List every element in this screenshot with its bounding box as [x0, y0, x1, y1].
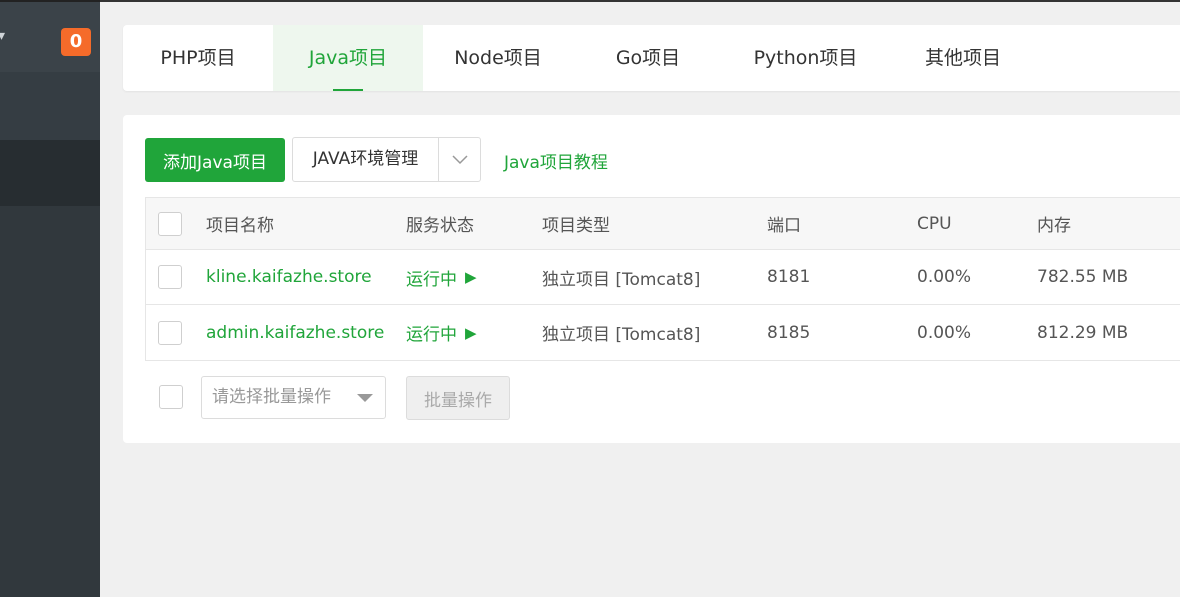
play-icon: ▶	[465, 268, 477, 286]
project-name-link[interactable]: kline.kaifazhe.store	[206, 267, 372, 287]
project-port: 8181	[767, 267, 811, 287]
sidebar-header[interactable]: ▾ 0	[0, 0, 100, 72]
batch-operation-button[interactable]: 批量操作	[406, 376, 510, 420]
chevron-down-icon	[452, 155, 468, 165]
row-checkbox[interactable]	[158, 265, 182, 289]
project-name-link[interactable]: admin.kaifazhe.store	[206, 323, 384, 343]
project-type: 独立项目 [Tomcat8]	[542, 325, 701, 345]
top-border	[100, 0, 1180, 2]
caret-down-icon	[357, 394, 373, 402]
row-checkbox[interactable]	[158, 320, 182, 345]
tab-python[interactable]: Python项目	[723, 25, 888, 91]
tab-other[interactable]: 其他项目	[888, 25, 1038, 91]
header-type: 项目类型	[542, 216, 610, 236]
status-text: 运行中	[406, 269, 457, 290]
project-type: 独立项目 [Tomcat8]	[542, 269, 701, 290]
chevron-down-icon[interactable]: ▾	[0, 28, 5, 44]
table-row: admin.kaifazhe.store 运行中 ▶ 独立项目 [Tomcat8…	[146, 305, 1180, 360]
add-java-project-button[interactable]: 添加Java项目	[145, 138, 285, 182]
project-mem: 782.55 MB	[1037, 267, 1129, 287]
table-row: kline.kaifazhe.store 运行中 ▶ 独立项目 [Tomcat8…	[146, 250, 1180, 305]
java-env-button[interactable]: JAVA环境管理	[293, 138, 438, 181]
project-table: 项目名称 服务状态 项目类型 端口 CPU 内存 kline.kaifazhe.…	[145, 197, 1180, 361]
header-cpu[interactable]: CPU	[917, 198, 952, 249]
batch-select-all-checkbox[interactable]	[159, 385, 183, 409]
tab-php[interactable]: PHP项目	[123, 25, 273, 91]
batch-select-placeholder: 请选择批量操作	[212, 387, 331, 407]
sidebar-item[interactable]	[0, 72, 100, 140]
tab-java[interactable]: Java项目	[273, 25, 423, 91]
sidebar: ▾ 0	[0, 0, 100, 597]
header-status: 服务状态	[406, 216, 474, 236]
status-text: 运行中	[406, 325, 457, 345]
project-cpu: 0.00%	[917, 267, 972, 287]
java-tutorial-link[interactable]: Java项目教程	[504, 148, 608, 173]
project-mem: 812.29 MB	[1037, 322, 1129, 343]
sidebar-item-active[interactable]	[0, 140, 100, 206]
main-panel: 添加Java项目 JAVA环境管理 Java项目教程 项目名称 服务状态 项目类…	[123, 115, 1180, 443]
batch-operation-select[interactable]: 请选择批量操作	[201, 376, 386, 419]
notification-badge[interactable]: 0	[61, 28, 91, 56]
tab-node[interactable]: Node项目	[423, 25, 573, 91]
table-header: 项目名称 服务状态 项目类型 端口 CPU 内存	[146, 198, 1180, 250]
env-dropdown-toggle[interactable]	[438, 138, 480, 181]
java-env-dropdown[interactable]: JAVA环境管理	[292, 137, 481, 182]
header-mem[interactable]: 内存	[1037, 198, 1071, 249]
header-port: 端口	[767, 216, 801, 236]
project-port: 8185	[767, 322, 811, 343]
status-toggle[interactable]: 运行中 ▶	[406, 250, 477, 304]
play-icon: ▶	[465, 323, 477, 342]
select-all-checkbox[interactable]	[158, 211, 182, 236]
header-name[interactable]: 项目名称	[206, 198, 274, 249]
project-tabs: PHP项目 Java项目 Node项目 Go项目 Python项目 其他项目	[123, 25, 1180, 91]
project-cpu: 0.00%	[917, 322, 972, 343]
status-toggle[interactable]: 运行中 ▶	[406, 305, 477, 360]
tab-go[interactable]: Go项目	[573, 25, 723, 91]
